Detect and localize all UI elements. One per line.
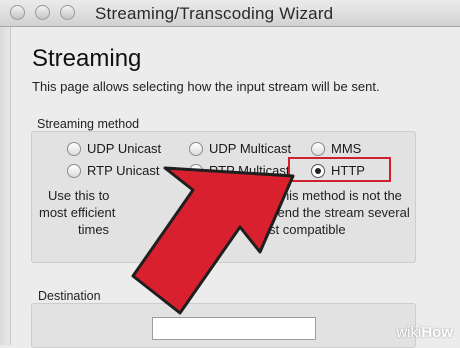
help-text-left-line: Use this to [48,188,110,203]
wikihow-watermark: wikiHow [396,324,453,341]
streaming-method-label: Streaming method [37,117,140,131]
destination-input[interactable] [152,317,316,340]
help-text-right-line: most compatible [251,222,346,237]
radio-button[interactable] [311,142,325,156]
radio-button[interactable] [189,164,203,178]
minimize-window-button[interactable] [35,5,50,20]
help-text-left-line: times [78,222,110,237]
page-title: Streaming [32,45,142,72]
help-text-right-line: send the stream several [271,205,410,220]
destination-label: Destination [38,289,101,303]
help-text-left-line: most efficient [39,205,116,220]
radio-label: UDP Unicast [87,141,162,156]
page-description: This page allows selecting how the input… [32,79,380,94]
radio-button[interactable] [67,164,81,178]
radio-button[interactable] [189,142,203,156]
window-title: Streaming/Transcoding Wizard [95,4,334,23]
close-window-button[interactable] [10,5,25,20]
zoom-window-button[interactable] [60,5,75,20]
window-edge [0,27,11,345]
http-highlight-box [288,157,391,182]
radio-label: RTP Multicast [209,163,290,178]
help-text-right-line: This method is not the [274,188,402,203]
radio-button[interactable] [67,142,81,156]
radio-label: RTP Unicast [87,163,160,178]
radio-label: MMS [331,141,362,156]
radio-label: UDP Multicast [209,141,292,156]
title-bar: Streaming/Transcoding Wizard [0,0,460,27]
